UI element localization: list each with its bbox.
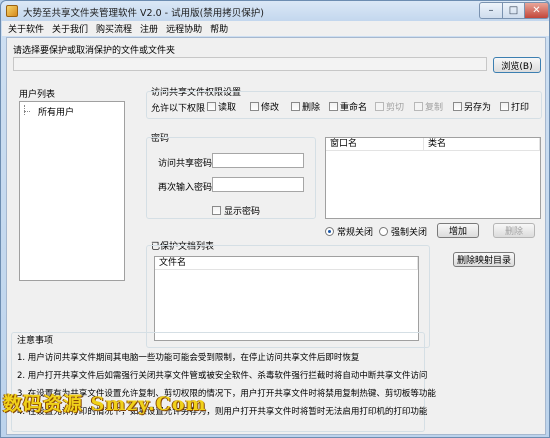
note-line-1: 1. 用户访问共享文件期间其电脑一些功能可能会受到限制，在停止访问共享文件后即时… [17, 353, 360, 363]
perm-cut: 剪切 [375, 100, 404, 113]
perm-read[interactable]: 读取 [207, 100, 236, 113]
user-list-header: 用户列表 [19, 90, 56, 100]
confirm-password-input[interactable] [212, 177, 304, 192]
normal-close-option[interactable]: 常规关闭 [325, 225, 373, 238]
normal-close-label: 常规关闭 [337, 228, 374, 238]
perm-modify[interactable]: 修改 [250, 100, 279, 113]
note-line-2: 2. 用户打开共享文件后如需强行关闭共享文件管或被安全软件、杀毒软件强行拦截时将… [17, 371, 428, 381]
force-close-label: 强制关闭 [391, 228, 428, 238]
perm-copy: 复制 [414, 100, 443, 113]
menu-help[interactable]: 帮助 [210, 22, 228, 35]
perm-rename[interactable]: 重命名 [329, 100, 367, 113]
show-password[interactable]: 显示密码 [212, 204, 260, 217]
confirm-password-label: 再次输入密码 [158, 183, 213, 193]
perm-save-as[interactable]: 另存为 [453, 100, 491, 113]
perm-print-label: 打印 [511, 103, 530, 113]
access-password-input[interactable] [212, 153, 304, 168]
show-password-label: 显示密码 [224, 207, 261, 217]
normal-close-radio[interactable] [325, 227, 334, 236]
menu-register[interactable]: 注册 [140, 22, 158, 35]
perm-delete-label: 删除 [302, 103, 321, 113]
user-list-item-all[interactable]: 所有用户 [38, 105, 74, 118]
perm-delete[interactable]: 删除 [291, 100, 320, 113]
show-password-checkbox[interactable] [212, 206, 221, 215]
perm-read-label: 读取 [218, 103, 237, 113]
force-close-option[interactable]: 强制关闭 [379, 225, 427, 238]
perm-modify-label: 修改 [261, 103, 280, 113]
perm-copy-checkbox [414, 102, 423, 111]
main-panel: 请选择要保护或取消保护的文件或文件夹 浏览(B) 用户列表 所有用户 访问共享文… [6, 37, 546, 435]
browse-button[interactable]: 浏览(B) [493, 57, 541, 73]
perm-print-checkbox[interactable] [500, 102, 509, 111]
app-window: 大势至共享文件夹管理软件 V2.0 - 试用版(禁用拷贝保护) – □ ✕ 关于… [0, 0, 550, 438]
watermark-logo: 数码资源 Smzy.Com [3, 393, 207, 415]
notes-group [11, 332, 425, 432]
perm-save-as-label: 另存为 [464, 103, 492, 113]
perm-save-as-checkbox[interactable] [453, 102, 462, 111]
tree-connector [24, 105, 25, 115]
menu-bar: 关于软件 关于我们 购买流程 注册 远程协助 帮助 [2, 21, 549, 36]
class-name-column[interactable]: 类名 [424, 138, 540, 151]
window-title: 大势至共享文件夹管理软件 V2.0 - 试用版(禁用拷贝保护) [23, 8, 265, 19]
perm-cut-label: 剪切 [386, 103, 405, 113]
app-icon [6, 5, 18, 17]
close-button[interactable]: ✕ [525, 2, 549, 19]
menu-purchase[interactable]: 购买流程 [96, 22, 132, 35]
force-close-radio[interactable] [379, 227, 388, 236]
access-password-label: 访问共享密码 [158, 159, 213, 169]
perm-read-checkbox[interactable] [207, 102, 216, 111]
perm-rename-checkbox[interactable] [329, 102, 338, 111]
protected-file-list[interactable]: 文件名 [154, 256, 419, 341]
menu-remote-assist[interactable]: 远程协助 [166, 22, 202, 35]
perm-cut-checkbox [375, 102, 384, 111]
delete-mapping-button[interactable]: 删除映射目录 [453, 252, 515, 267]
maximize-button[interactable]: □ [503, 2, 525, 19]
menu-about-us[interactable]: 关于我们 [52, 22, 88, 35]
title-bar[interactable]: 大势至共享文件夹管理软件 V2.0 - 试用版(禁用拷贝保护) – □ ✕ [1, 1, 549, 21]
perm-print[interactable]: 打印 [500, 100, 529, 113]
delete-button[interactable]: 删除 [493, 223, 535, 238]
tree-connector-h [24, 111, 30, 112]
perm-rename-label: 重命名 [340, 103, 368, 113]
folder-select-label: 请选择要保护或取消保护的文件或文件夹 [13, 46, 176, 56]
add-button[interactable]: 增加 [437, 223, 479, 238]
allow-label: 允许以下权限 [151, 104, 206, 114]
perm-delete-checkbox[interactable] [291, 102, 300, 111]
minimize-button[interactable]: – [479, 2, 503, 19]
window-list[interactable]: 窗口名 类名 [325, 137, 541, 219]
perm-copy-label: 复制 [425, 103, 444, 113]
user-list[interactable]: 所有用户 [19, 101, 125, 281]
menu-about-software[interactable]: 关于软件 [8, 22, 44, 35]
folder-path-input[interactable] [13, 57, 487, 71]
window-name-column[interactable]: 窗口名 [326, 138, 424, 151]
perm-modify-checkbox[interactable] [250, 102, 259, 111]
notes-title: 注意事项 [17, 336, 54, 346]
file-name-column[interactable]: 文件名 [155, 257, 418, 270]
